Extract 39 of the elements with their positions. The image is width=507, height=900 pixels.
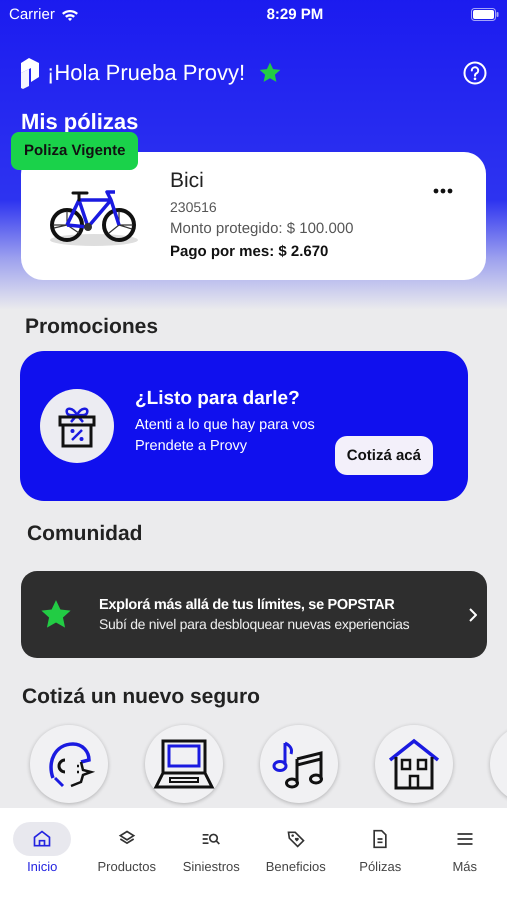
insured-amount: Monto protegido: $ 100.000	[170, 220, 354, 237]
insurance-option[interactable]	[30, 725, 108, 803]
insurance-option[interactable]	[375, 725, 453, 803]
section-title: Cotizá un nuevo seguro	[22, 684, 262, 710]
community-subtitle: Subí de nivel para desbloquear nuevas experiencias	[99, 616, 410, 632]
nav-tab[interactable]: Beneficios	[254, 822, 338, 874]
section-title: Promociones	[25, 314, 160, 340]
star-icon	[258, 61, 282, 85]
nav-tab[interactable]: Pólizas	[338, 822, 422, 874]
nav-tab[interactable]: Inicio	[0, 822, 84, 874]
carrier-name: Carrier	[9, 6, 55, 22]
community-card[interactable]: Explorá más allá de tus límites, se POPSTAR Subí de nivel para desbloquear nuevas experiencias	[21, 571, 487, 658]
home-icon	[32, 829, 52, 849]
community-title: Explorá más allá de tus límites, se POPSTAR	[99, 597, 396, 613]
promo-text: Atenti a lo que hay para vos	[135, 416, 316, 435]
clock-time: 8:29 PM	[266, 6, 324, 22]
policy-number: 230516	[170, 199, 218, 215]
logo-icon	[19, 57, 41, 89]
section-title: Comunidad	[27, 521, 144, 547]
greeting-text: ¡Hola Prueba Provy!	[47, 60, 246, 86]
promo-title: ¿Listo para darle?	[135, 388, 301, 410]
more-icon[interactable]	[433, 188, 453, 194]
monthly-payment: Pago por mes: $ 2.670	[170, 243, 330, 260]
promo-subtext: Prendete a Provy	[135, 438, 248, 454]
policy-name: Bici	[170, 169, 205, 193]
insurance-option[interactable]	[145, 725, 223, 803]
house-icon	[387, 738, 441, 790]
nav-tab[interactable]: Más	[422, 822, 507, 874]
laptop-icon	[153, 737, 215, 791]
nav-tab[interactable]: Siniestros	[169, 822, 254, 874]
status-badge: Poliza Vigente	[11, 132, 138, 170]
nav-tab[interactable]: Productos	[84, 822, 169, 874]
insurance-option[interactable]	[260, 725, 338, 803]
quote-button[interactable]: Cotizá acá	[334, 436, 433, 475]
chevron-right-icon	[468, 608, 477, 622]
help-icon[interactable]	[463, 61, 487, 85]
wifi-icon	[60, 8, 79, 20]
tag-icon	[286, 829, 306, 849]
battery-icon	[470, 8, 499, 20]
